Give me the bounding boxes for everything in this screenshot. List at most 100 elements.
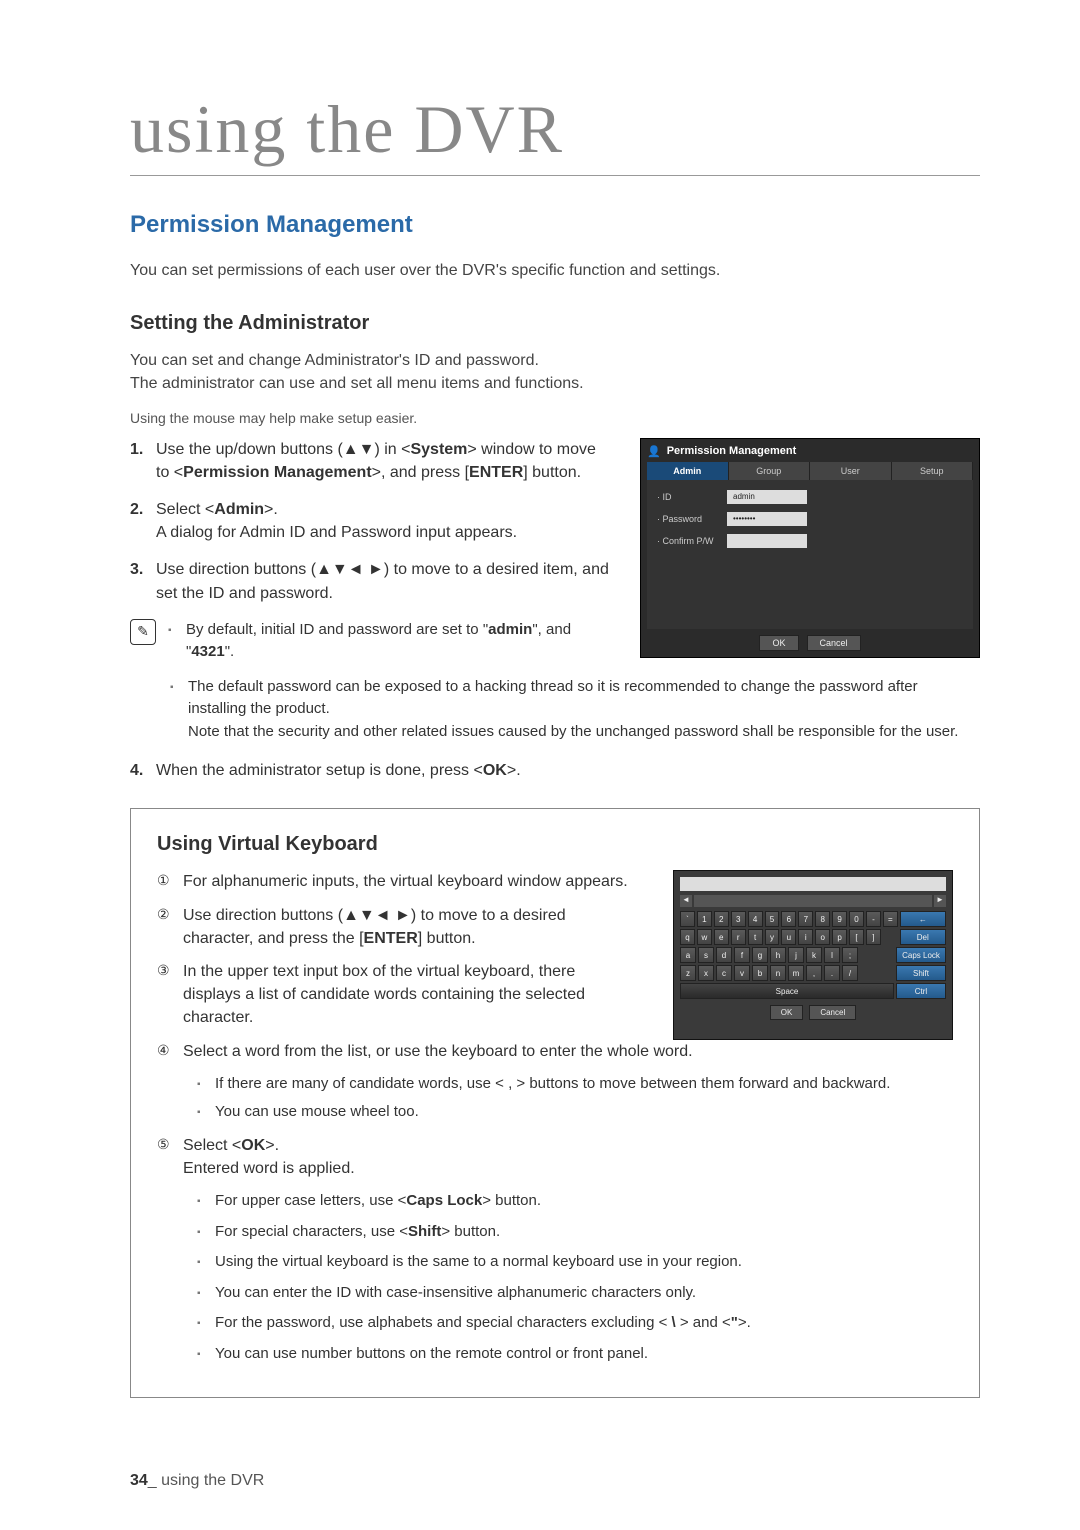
page-title: using the DVR: [130, 90, 980, 176]
vk-key[interactable]: b: [752, 965, 768, 981]
vk-key[interactable]: w: [697, 929, 712, 945]
vk-key[interactable]: 6: [781, 911, 796, 927]
vk-key[interactable]: l: [824, 947, 840, 963]
t: Use direction buttons (▲▼◄ ►) to move to…: [156, 561, 609, 601]
admin-intro: You can set and change Administrator's I…: [130, 349, 980, 395]
vk-ok-button[interactable]: OK: [770, 1005, 804, 1020]
vk-key[interactable]: 9: [832, 911, 847, 927]
vk-key[interactable]: -: [866, 911, 881, 927]
vk-key[interactable]: Del: [900, 929, 946, 945]
mouse-note: Using the mouse may help make setup easi…: [130, 410, 980, 426]
vk-key[interactable]: Shift: [896, 965, 946, 981]
vk-key[interactable]: c: [716, 965, 732, 981]
vk-key[interactable]: z: [680, 965, 696, 981]
vk-key[interactable]: ;: [842, 947, 858, 963]
vk-key[interactable]: [: [849, 929, 864, 945]
t: Admin: [214, 501, 264, 518]
vk-key[interactable]: `: [680, 911, 695, 927]
vk-key: [860, 947, 876, 963]
vk-next-icon[interactable]: ►: [934, 895, 946, 907]
vk-key[interactable]: h: [770, 947, 786, 963]
vk-key[interactable]: y: [765, 929, 780, 945]
vk-key[interactable]: d: [716, 947, 732, 963]
step-4: 4. When the administrator setup is done,…: [130, 759, 980, 782]
t: A dialog for Admin ID and Password input…: [156, 524, 517, 541]
vk-key[interactable]: 4: [748, 911, 763, 927]
vk-prev-icon[interactable]: ◄: [680, 895, 692, 907]
vk-key[interactable]: 1: [697, 911, 712, 927]
vk-step-1: ①For alphanumeric inputs, the virtual ke…: [157, 870, 635, 893]
vk-key: [860, 965, 876, 981]
t: Caps Lock: [406, 1192, 482, 1209]
vk-key[interactable]: 3: [731, 911, 746, 927]
t: In the upper text input box of the virtu…: [183, 963, 585, 1026]
section-heading: Permission Management: [130, 211, 980, 239]
step-3: 3. Use direction buttons (▲▼◄ ►) to move…: [130, 558, 612, 604]
vk-key-ctrl[interactable]: Ctrl: [896, 983, 946, 999]
pw-field[interactable]: ••••••••: [727, 512, 807, 526]
vk-key[interactable]: s: [698, 947, 714, 963]
t: >.: [738, 1314, 751, 1331]
t: The default password can be exposed to a…: [188, 678, 918, 718]
cpw-field[interactable]: [727, 534, 807, 548]
t: System: [410, 441, 467, 458]
vk-key[interactable]: m: [788, 965, 804, 981]
vk-key[interactable]: u: [781, 929, 796, 945]
t: By default, initial ID and password are …: [186, 621, 488, 638]
dialog-title: 👤 Permission Management: [647, 445, 973, 458]
vk-step-4: ④Select a word from the list, or use the…: [157, 1040, 953, 1063]
vk-key[interactable]: 2: [714, 911, 729, 927]
vk-key[interactable]: x: [698, 965, 714, 981]
dialog-cancel-button[interactable]: Cancel: [807, 635, 861, 651]
id-field[interactable]: admin: [727, 490, 807, 504]
t: > and <: [676, 1314, 731, 1331]
vk-key[interactable]: f: [734, 947, 750, 963]
note-default: By default, initial ID and password are …: [168, 619, 612, 664]
pw-label: · Password: [657, 514, 727, 524]
vk-key[interactable]: r: [731, 929, 746, 945]
vk-key[interactable]: p: [832, 929, 847, 945]
vk-key[interactable]: o: [815, 929, 830, 945]
vk-key[interactable]: ]: [866, 929, 881, 945]
vk-key[interactable]: .: [824, 965, 840, 981]
vk-key[interactable]: i: [798, 929, 813, 945]
step-1: 1. Use the up/down buttons (▲▼) in <Syst…: [130, 438, 612, 484]
admin-intro-2: The administrator can use and set all me…: [130, 375, 584, 392]
t: >.: [264, 501, 278, 518]
vk-key[interactable]: t: [748, 929, 763, 945]
t: When the administrator setup is done, pr…: [156, 762, 483, 779]
vk-key[interactable]: ,: [806, 965, 822, 981]
vk-key[interactable]: j: [788, 947, 804, 963]
tab-admin[interactable]: Admin: [647, 462, 729, 480]
vk-key[interactable]: /: [842, 965, 858, 981]
vk-key[interactable]: g: [752, 947, 768, 963]
vk-key-space[interactable]: Space: [680, 983, 894, 999]
vk-key[interactable]: e: [714, 929, 729, 945]
vk-key[interactable]: 5: [765, 911, 780, 927]
vk-key[interactable]: n: [770, 965, 786, 981]
t: OK: [483, 762, 507, 779]
vk-key[interactable]: v: [734, 965, 750, 981]
vk-key[interactable]: 7: [798, 911, 813, 927]
tab-group[interactable]: Group: [729, 462, 811, 480]
vk-cancel-button[interactable]: Cancel: [809, 1005, 856, 1020]
dialog-ok-button[interactable]: OK: [759, 635, 798, 651]
t: ".: [225, 643, 235, 660]
t: ": [731, 1314, 738, 1331]
vk-key[interactable]: a: [680, 947, 696, 963]
vk-key[interactable]: =: [883, 911, 898, 927]
t: OK: [241, 1137, 265, 1154]
vk-key[interactable]: 8: [815, 911, 830, 927]
vk-key: [878, 947, 894, 963]
vk-key[interactable]: Caps Lock: [896, 947, 946, 963]
t: >.: [265, 1137, 279, 1154]
tab-setup[interactable]: Setup: [892, 462, 974, 480]
tab-user[interactable]: User: [810, 462, 892, 480]
t: >, and press [: [372, 464, 469, 481]
vk-key[interactable]: 0: [849, 911, 864, 927]
vk-text-input[interactable]: [680, 877, 946, 891]
vk-key[interactable]: ←: [900, 911, 946, 927]
vk-note-remote: You can use number buttons on the remote…: [197, 1343, 953, 1366]
vk-key[interactable]: q: [680, 929, 695, 945]
vk-key[interactable]: k: [806, 947, 822, 963]
